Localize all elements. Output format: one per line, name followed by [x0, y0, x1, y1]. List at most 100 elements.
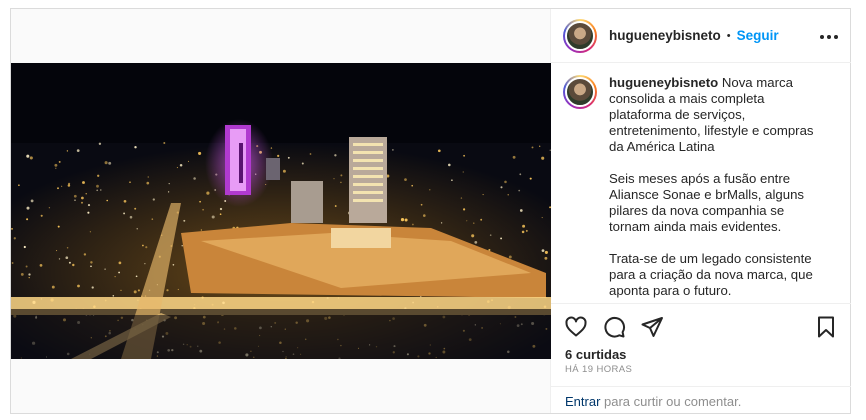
city-light — [104, 161, 108, 165]
city-light — [429, 189, 431, 191]
caption-paragraph: Seis meses após a fusão entre Aliansce S… — [609, 171, 804, 234]
city-light — [404, 218, 408, 222]
comment-prompt: para curtir ou comentar. — [600, 394, 742, 409]
city-light — [18, 184, 20, 187]
post-timestamp[interactable]: HÁ 19 HORAS — [565, 364, 632, 375]
city-light — [26, 218, 29, 221]
city-light — [462, 171, 464, 173]
bookmark-icon[interactable] — [813, 314, 839, 340]
more-options-icon[interactable] — [819, 27, 839, 45]
city-light — [90, 265, 92, 268]
city-light — [179, 163, 183, 167]
follow-button[interactable]: Seguir — [737, 28, 779, 43]
avatar[interactable] — [563, 18, 597, 53]
city-light — [28, 273, 31, 276]
city-light — [473, 222, 475, 224]
city-light — [74, 199, 76, 202]
city-light — [489, 234, 492, 236]
city-light — [437, 149, 441, 153]
login-link[interactable]: Entrar — [565, 394, 600, 409]
avatar-image — [565, 77, 595, 107]
comment-icon[interactable] — [601, 314, 627, 340]
city-light — [118, 261, 122, 265]
city-light — [309, 153, 312, 155]
city-light — [400, 218, 405, 222]
city-light — [412, 223, 414, 226]
city-light — [183, 219, 186, 222]
city-light — [20, 272, 24, 276]
post-photo[interactable] — [11, 63, 551, 359]
city-light — [61, 185, 63, 187]
city-light — [54, 163, 58, 167]
city-light — [199, 200, 201, 203]
city-light — [460, 197, 463, 199]
city-light — [133, 290, 137, 294]
city-light — [135, 275, 138, 278]
city-light — [58, 160, 61, 163]
city-light — [129, 181, 131, 183]
city-light — [51, 285, 55, 289]
city-light — [68, 182, 71, 185]
caption-username[interactable]: hugueneybisneto — [609, 75, 718, 90]
city-light — [508, 255, 512, 259]
city-light — [26, 206, 30, 210]
city-light — [448, 163, 451, 167]
city-light — [340, 174, 343, 177]
city-light — [474, 241, 478, 244]
separator-dot: • — [726, 29, 731, 42]
city-light — [334, 205, 337, 207]
city-light — [163, 142, 166, 144]
city-light — [123, 212, 126, 215]
city-light — [541, 217, 543, 219]
city-light — [104, 268, 106, 270]
city-light — [500, 186, 503, 189]
city-light — [56, 250, 58, 252]
city-light — [123, 199, 127, 203]
city-light — [29, 156, 33, 160]
city-light — [181, 245, 183, 247]
heart-icon[interactable] — [563, 314, 589, 340]
city-night-image — [11, 63, 551, 359]
city-light — [463, 208, 466, 211]
city-light — [65, 256, 69, 260]
city-light — [471, 234, 475, 238]
city-light — [522, 224, 526, 228]
username-link[interactable]: hugueneybisneto — [609, 28, 721, 43]
city-light — [89, 231, 92, 233]
city-light — [500, 237, 503, 240]
city-light — [57, 187, 59, 190]
city-light — [333, 178, 335, 180]
city-light — [13, 237, 16, 240]
avatar-image — [565, 20, 595, 51]
city-light — [200, 229, 203, 231]
caption-avatar[interactable] — [563, 75, 597, 109]
city-light — [334, 154, 337, 157]
city-light — [11, 262, 14, 264]
city-light — [129, 215, 133, 219]
city-light — [519, 173, 522, 176]
city-light — [57, 225, 60, 228]
paper-plane-icon[interactable] — [639, 314, 665, 340]
city-light — [96, 184, 99, 188]
likes-count[interactable]: 6 curtidas — [565, 347, 626, 362]
caption-paragraph: Trata-se de um legado consistente para a… — [609, 251, 813, 298]
city-light — [187, 160, 190, 162]
city-light — [541, 156, 545, 160]
city-light — [87, 211, 90, 214]
city-light — [172, 263, 175, 266]
city-light — [166, 289, 169, 292]
city-light — [211, 215, 215, 219]
city-light — [531, 146, 534, 149]
city-light — [96, 189, 99, 192]
city-light — [151, 218, 154, 220]
city-light — [512, 155, 516, 159]
city-light — [26, 154, 30, 158]
city-light — [137, 289, 140, 292]
city-light — [420, 203, 423, 206]
city-light — [136, 228, 138, 230]
city-light — [11, 228, 13, 230]
city-light — [85, 193, 87, 195]
city-light — [423, 214, 426, 217]
caption-paragraph: hugueneybisneto Nova marca consolida a m… — [609, 75, 827, 155]
city-light — [287, 156, 290, 159]
